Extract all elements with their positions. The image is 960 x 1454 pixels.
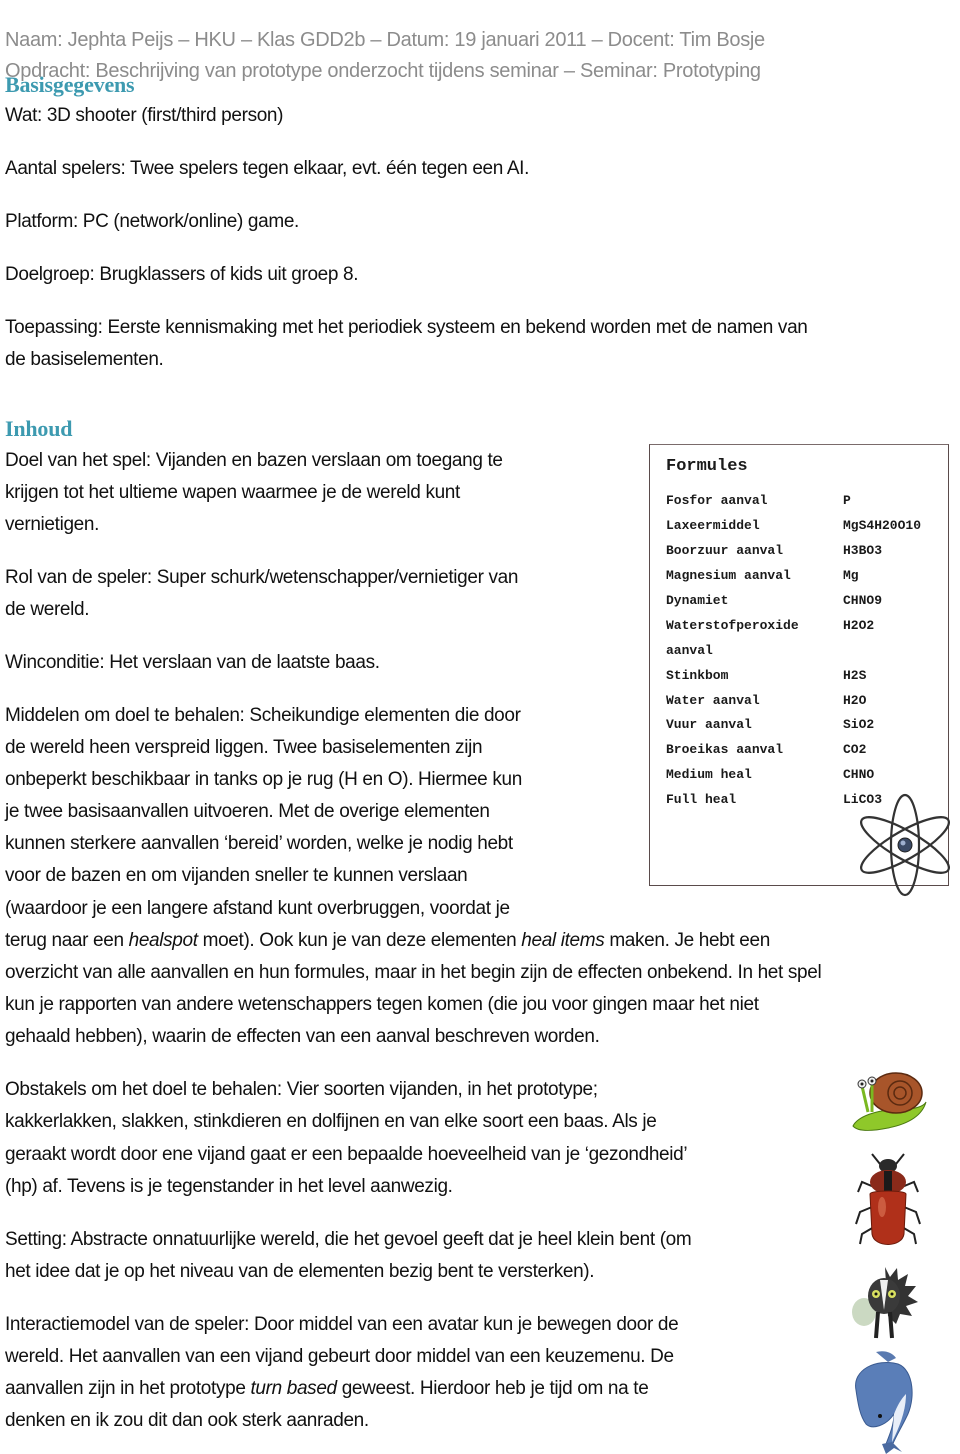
doel-line-3: vernietigen.: [5, 514, 100, 535]
formula-name: Laxeermiddel: [666, 518, 760, 533]
doel-line-2: krijgen tot het ultieme wapen waarmee je…: [5, 482, 460, 503]
formula-value: MgS4H20O10: [843, 518, 922, 533]
middelen-line-8: terug naar een healspot moet). Ook kun j…: [5, 925, 770, 957]
header-line-1: Naam: Jephta Peijs – HKU – Klas GDD2b – …: [5, 29, 765, 51]
middelen-line-6: voor de bazen en om vijanden sneller te …: [5, 865, 468, 886]
formula-name: Water aanval: [666, 693, 760, 708]
formula-name: Waterstofperoxide: [666, 618, 799, 633]
basis-toepassing-line-1: Toepassing: Eerste kennismaking met het …: [5, 317, 808, 338]
skunk-icon: [852, 1267, 918, 1339]
text-run: maken. Je hebt een: [604, 930, 770, 951]
basis-platform: Platform: PC (network/online) game.: [5, 211, 299, 232]
formula-value: H3BO3: [843, 543, 883, 558]
italic-term-turn-based: turn based: [250, 1378, 337, 1399]
middelen-line-10: kun je rapporten van andere wetenschappe…: [5, 994, 759, 1015]
middelen-line-7: (waardoor je een langere afstand kunt ov…: [5, 898, 510, 919]
obstakels-line-2: kakkerlakken, slakken, stinkdieren en do…: [5, 1111, 657, 1132]
text-run: moet). Ook kun je van deze elementen: [197, 930, 522, 951]
formula-value: CHNO: [843, 767, 875, 782]
formula-name: Stinkbom: [666, 668, 729, 683]
section-heading-inhoud: Inhoud: [5, 416, 73, 441]
basis-aantal-spelers: Aantal spelers: Twee spelers tegen elkaa…: [5, 158, 530, 179]
snail-icon: [852, 1072, 927, 1131]
obstakels-line-4: (hp) af. Tevens is je tegenstander in he…: [5, 1176, 453, 1197]
formula-value: Mg: [843, 568, 859, 583]
middelen-line-5: kunnen sterkere aanvallen ‘bereid’ worde…: [5, 833, 513, 854]
setting-line-2: het idee dat je op het niveau van de ele…: [5, 1261, 595, 1282]
formula-value: P: [843, 493, 851, 508]
text-run: aanvallen zijn in het prototype: [5, 1378, 251, 1399]
formula-name: Fosfor aanval: [666, 493, 768, 508]
basis-wat: Wat: 3D shooter (first/third person): [5, 105, 284, 126]
formula-name: Boorzuur aanval: [666, 543, 784, 558]
basis-doelgroep: Doelgroep: Brugklassers of kids uit groe…: [5, 264, 359, 285]
dolphin-icon: [855, 1351, 913, 1454]
middelen-line-4: je twee basisaanvallen uitvoeren. Met de…: [5, 801, 490, 822]
formules-title: Formules: [666, 457, 748, 476]
formula-name: Dynamiet: [666, 593, 729, 608]
italic-term-healspot: healspot: [128, 930, 198, 951]
formula-value: CHNO9: [843, 593, 883, 608]
formula-name: Magnesium aanval: [666, 568, 791, 583]
formula-name: Vuur aanval: [666, 717, 752, 732]
formula-value: H2S: [843, 668, 867, 683]
formula-value: H2O: [843, 693, 867, 708]
italic-term-heal-items: heal items: [521, 930, 605, 951]
text-run: geweest. Hierdoor heb je tijd om na te: [336, 1378, 649, 1399]
middelen-line-2: de wereld heen verspreid liggen. Twee ba…: [5, 737, 483, 758]
formula-value: H2O2: [843, 618, 875, 633]
interactie-line-2: wereld. Het aanvallen van een vijand geb…: [5, 1346, 674, 1367]
middelen-line-3: onbeperkt beschikbaar in tanks op je rug…: [5, 769, 522, 790]
basis-toepassing-line-2: de basiselementen.: [5, 349, 164, 370]
formula-value: CO2: [843, 742, 867, 757]
atom-nucleus-highlight: [900, 840, 906, 846]
formula-name: Full heal: [666, 792, 737, 807]
formula-name: Medium heal: [666, 767, 752, 782]
atom-nucleus: [897, 837, 913, 853]
middelen-line-9: overzicht van alle aanvallen en hun form…: [5, 962, 822, 983]
rol-line-2: de wereld.: [5, 599, 90, 620]
interactie-line-4: denken en ik zou dit dan ook sterk aanra…: [5, 1410, 369, 1431]
interactie-line-1: Interactiemodel van de speler: Door midd…: [5, 1314, 679, 1335]
interactie-line-3: aanvallen zijn in het prototype turn bas…: [5, 1373, 649, 1405]
middelen-line-1: Middelen om doel te behalen: Scheikundig…: [5, 705, 521, 726]
formula-name: aanval: [666, 643, 713, 658]
doel-line-1: Doel van het spel: Vijanden en bazen ver…: [5, 450, 503, 471]
cockroach-icon: [855, 1153, 921, 1245]
rol-line-1: Rol van de speler: Super schurk/wetensch…: [5, 567, 519, 588]
atom-icon: [860, 793, 950, 897]
obstakels-line-3: geraakt wordt door ene vijand gaat er ee…: [5, 1144, 688, 1165]
obstakels-line-1: Obstakels om het doel te behalen: Vier s…: [5, 1079, 598, 1100]
winconditie: Winconditie: Het verslaan van de laatste…: [5, 652, 380, 673]
middelen-line-11: gehaald hebben), waarin de effecten van …: [5, 1026, 600, 1047]
formula-name: Broeikas aanval: [666, 742, 784, 757]
formula-value: SiO2: [843, 717, 875, 732]
setting-line-1: Setting: Abstracte onnatuurlijke wereld,…: [5, 1229, 692, 1250]
text-run: terug naar een: [5, 930, 129, 951]
section-heading-basisgegevens: Basisgegevens: [5, 72, 135, 97]
